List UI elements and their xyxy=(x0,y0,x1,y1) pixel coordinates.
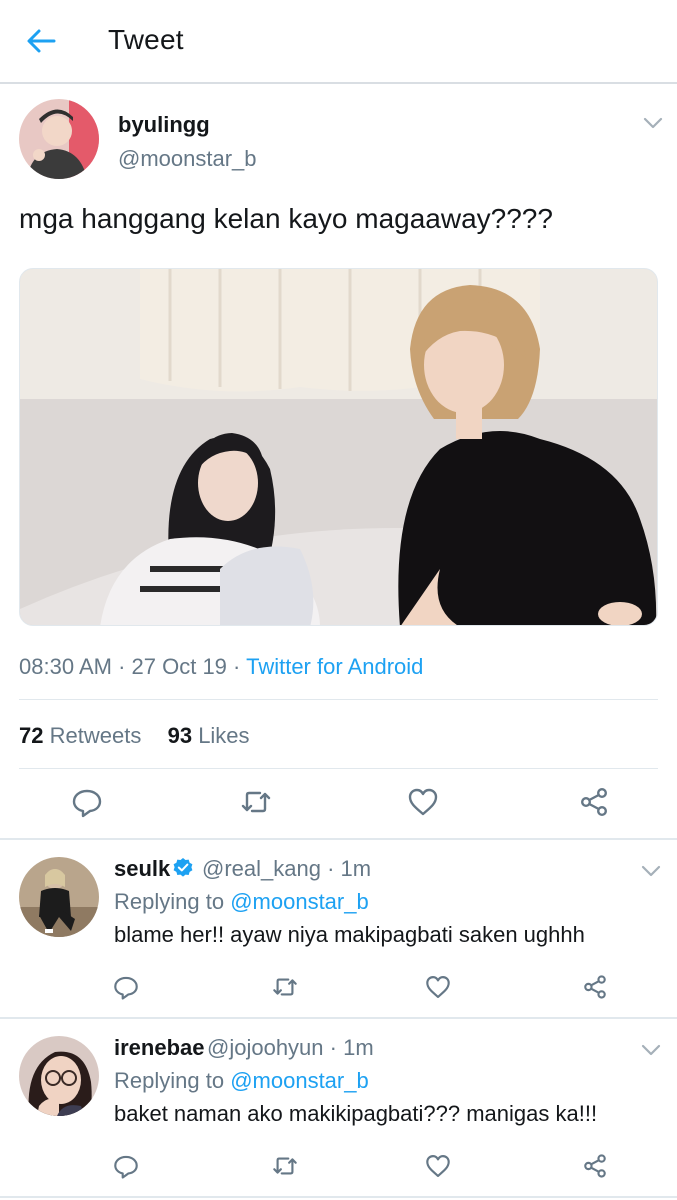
replying-to-line: Replying to @moonstar_b xyxy=(114,1068,369,1094)
chevron-down-icon xyxy=(643,117,663,129)
share-icon xyxy=(580,787,608,817)
replying-to-label: Replying to xyxy=(114,1068,225,1093)
verified-badge xyxy=(172,857,194,879)
reply-author-name[interactable]: irenebae xyxy=(114,1035,205,1061)
tweet-source-link[interactable]: Twitter for Android xyxy=(246,654,423,679)
reply-text: blame her!! ayaw niya makipagbati saken … xyxy=(114,922,585,947)
share-button[interactable] xyxy=(581,973,609,1001)
reply-time: 1m xyxy=(343,1035,374,1060)
replying-to-mention[interactable]: @moonstar_b xyxy=(230,1068,369,1093)
tweet-stats: 72 Retweets 93 Likes xyxy=(19,723,250,749)
reply-handle-line: @jojoohyun · 1m xyxy=(207,1035,374,1061)
tweet-photo[interactable] xyxy=(19,268,658,626)
like-button[interactable] xyxy=(406,785,440,819)
like-button[interactable] xyxy=(424,1152,452,1180)
heart-icon xyxy=(408,788,438,816)
retweets-count: 72 xyxy=(19,723,44,748)
reply-avatar[interactable] xyxy=(19,857,99,937)
likes-count: 93 xyxy=(167,723,193,748)
author-handle[interactable]: @moonstar_b xyxy=(118,146,257,172)
reply-time: 1m xyxy=(340,856,372,881)
reply-text: baket naman ako makikipagbati??? manigas… xyxy=(114,1101,598,1126)
share-button[interactable] xyxy=(577,785,611,819)
divider xyxy=(19,699,658,700)
replying-to-line: Replying to @moonstar_b xyxy=(114,889,369,915)
tweet-time: 08:30 AM xyxy=(19,654,112,679)
replying-to-label: Replying to xyxy=(114,889,225,914)
like-button[interactable] xyxy=(424,973,452,1001)
retweet-button[interactable] xyxy=(271,973,299,1001)
share-button[interactable] xyxy=(581,1152,609,1180)
chevron-down-icon xyxy=(641,865,661,877)
reply-avatar[interactable] xyxy=(19,1036,99,1116)
tweet-menu-button[interactable] xyxy=(642,116,664,130)
reply-author-handle[interactable]: @real_kang xyxy=(202,856,321,881)
reply-menu-button[interactable] xyxy=(640,1043,662,1057)
retweet-icon xyxy=(273,978,297,996)
meta-separator: · xyxy=(323,1035,344,1060)
tweet-text: mga hanggang kelan kayo magaaway???? xyxy=(19,203,553,234)
chevron-down-icon xyxy=(641,1044,661,1056)
divider xyxy=(0,1196,677,1198)
reply-author-name[interactable]: seulk xyxy=(114,856,170,882)
divider xyxy=(0,1017,677,1019)
retweets-stat[interactable]: 72 Retweets xyxy=(19,723,141,748)
verified-icon xyxy=(173,858,193,877)
retweet-icon xyxy=(241,791,271,813)
avatar-image xyxy=(19,1036,99,1116)
reply-handle-line: @real_kang · 1m xyxy=(202,856,371,882)
meta-separator: · xyxy=(320,856,341,881)
reply-button[interactable] xyxy=(70,785,104,819)
reply-icon xyxy=(72,789,102,818)
photo-image xyxy=(20,269,657,625)
share-icon xyxy=(584,975,606,999)
reply-icon xyxy=(114,1155,138,1179)
divider xyxy=(19,768,658,769)
replying-to-mention[interactable]: @moonstar_b xyxy=(230,889,369,914)
share-icon xyxy=(584,1154,606,1178)
heart-icon xyxy=(426,1155,450,1177)
meta-separator: · xyxy=(233,654,247,679)
avatar-image xyxy=(19,857,99,937)
page-title: Tweet xyxy=(108,24,184,55)
meta-separator: · xyxy=(118,654,132,679)
arrow-left-icon xyxy=(27,29,56,53)
reply-menu-button[interactable] xyxy=(640,864,662,878)
tweet-meta: 08:30 AM · 27 Oct 19 · Twitter for Andro… xyxy=(19,654,423,680)
divider xyxy=(0,838,677,840)
back-button[interactable] xyxy=(24,26,58,56)
avatar-image xyxy=(19,99,99,179)
likes-label: Likes xyxy=(198,723,250,748)
reply-icon xyxy=(114,976,138,1000)
author-name[interactable]: byulingg xyxy=(118,112,210,138)
top-app-bar: Tweet xyxy=(0,0,677,84)
retweet-button[interactable] xyxy=(271,1152,299,1180)
tweet-date: 27 Oct 19 xyxy=(131,654,227,679)
reply-author-handle[interactable]: @jojoohyun xyxy=(207,1035,324,1060)
retweet-icon xyxy=(273,1157,297,1175)
retweets-label: Retweets xyxy=(49,723,142,748)
reply-button[interactable] xyxy=(112,1152,140,1180)
likes-stat[interactable]: 93 Likes xyxy=(168,723,250,748)
author-avatar[interactable] xyxy=(19,99,99,179)
retweet-button[interactable] xyxy=(239,785,273,819)
heart-icon xyxy=(426,976,450,998)
reply-button[interactable] xyxy=(112,973,140,1001)
